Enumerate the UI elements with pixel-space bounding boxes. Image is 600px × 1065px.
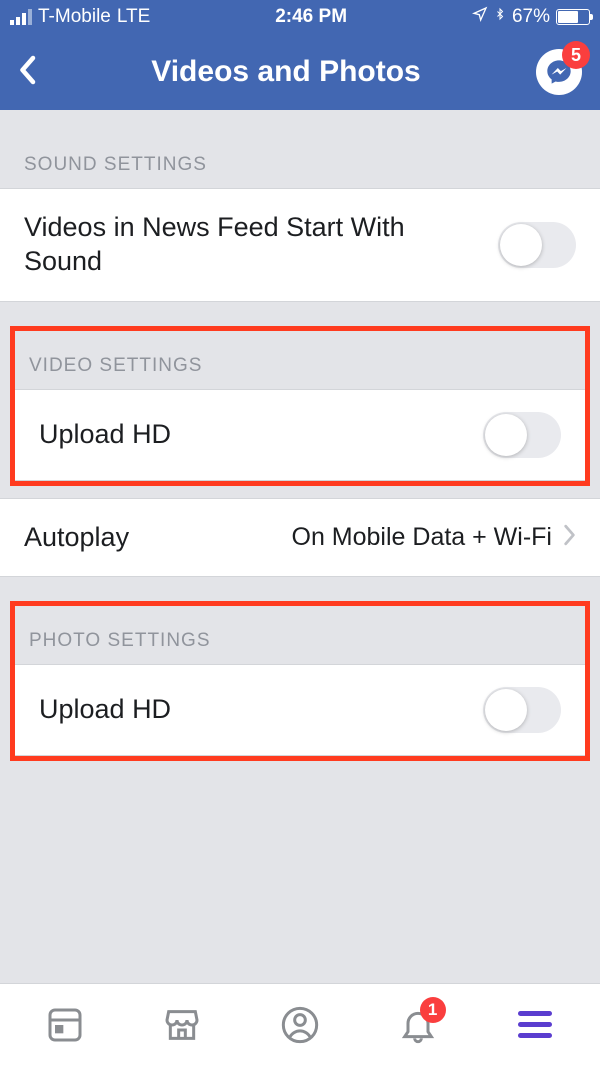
section-header-photo: PHOTO SETTINGS [15,606,585,664]
status-bar: T-Mobile LTE 2:46 PM 67% [0,0,600,34]
tab-marketplace[interactable] [160,1003,204,1047]
highlight-photo-settings: PHOTO SETTINGS Upload HD [10,601,590,761]
notifications-badge: 1 [420,997,446,1023]
section-header-sound: SOUND SETTINGS [0,110,600,188]
highlight-video-settings: VIDEO SETTINGS Upload HD [10,326,590,486]
battery-icon [556,9,590,25]
tab-newsfeed[interactable] [43,1003,87,1047]
network-label: LTE [117,6,150,28]
row-videos-start-sound[interactable]: Videos in News Feed Start With Sound [0,189,600,301]
section-header-video: VIDEO SETTINGS [15,331,585,389]
tab-menu[interactable] [513,1003,557,1047]
photo-group: Upload HD [15,664,585,756]
content: SOUND SETTINGS Videos in News Feed Start… [0,110,600,983]
row-photo-upload-hd[interactable]: Upload HD [15,665,585,755]
location-icon [472,6,488,28]
clock: 2:46 PM [275,6,347,28]
nav-header: Videos and Photos 5 [0,34,600,110]
messenger-button[interactable]: 5 [536,49,582,95]
toggle-videos-sound[interactable] [498,222,576,268]
video-group-top: Upload HD [15,389,585,481]
autoplay-value: On Mobile Data + Wi-Fi [292,523,553,552]
back-button[interactable] [18,55,36,90]
messenger-badge: 5 [562,41,590,69]
toggle-video-hd[interactable] [483,412,561,458]
bluetooth-icon [494,5,506,29]
status-right: 67% [472,5,590,29]
chevron-right-icon [562,524,576,551]
row-label: Videos in News Feed Start With Sound [24,211,498,279]
row-label: Autoplay [24,521,149,555]
hamburger-icon [518,1011,552,1038]
signal-icon [10,9,32,25]
battery-pct: 67% [512,6,550,28]
toggle-photo-hd[interactable] [483,687,561,733]
status-left: T-Mobile LTE [10,6,150,28]
carrier-label: T-Mobile [38,6,111,28]
tab-bar: 1 [0,983,600,1065]
tab-notifications[interactable]: 1 [396,1003,440,1047]
page-title: Videos and Photos [36,55,536,89]
row-video-upload-hd[interactable]: Upload HD [15,390,585,480]
video-group-autoplay: Autoplay On Mobile Data + Wi-Fi [0,498,600,578]
row-autoplay[interactable]: Autoplay On Mobile Data + Wi-Fi [0,499,600,577]
tab-profile[interactable] [278,1003,322,1047]
row-label: Upload HD [39,418,191,452]
row-label: Upload HD [39,693,191,727]
sound-group: Videos in News Feed Start With Sound [0,188,600,302]
